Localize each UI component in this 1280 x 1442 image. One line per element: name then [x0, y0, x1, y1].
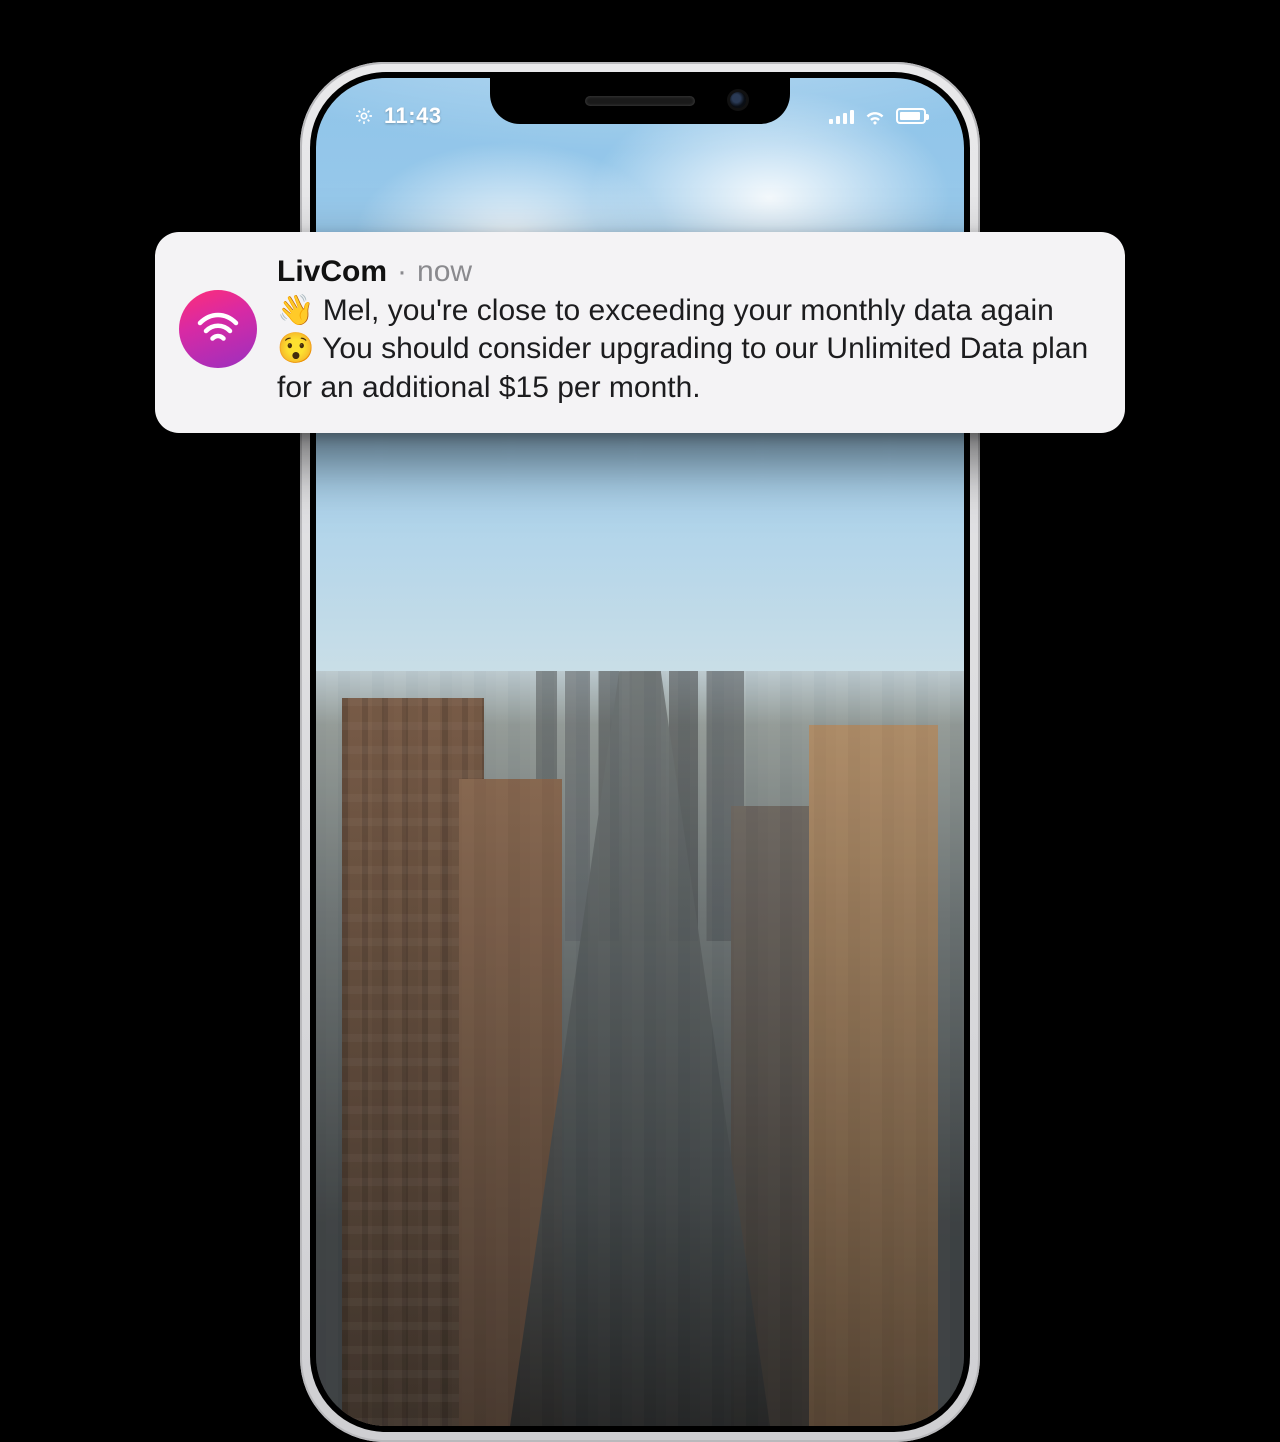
notification-header: LivCom · now — [277, 254, 1097, 290]
notification-body: 👋 Mel, you're close to exceeding your mo… — [277, 292, 1097, 407]
wifi-app-icon — [179, 290, 257, 368]
front-camera — [730, 92, 746, 108]
notification-content: LivCom · now 👋 Mel, you're close to exce… — [277, 254, 1097, 407]
wifi-icon — [864, 107, 886, 125]
wallpaper-city — [316, 671, 964, 1426]
notification-separator: · — [397, 254, 407, 290]
cellular-icon — [829, 108, 854, 124]
battery-icon — [896, 108, 926, 124]
notification-app-name: LivCom — [277, 254, 387, 290]
status-bar-right — [829, 107, 926, 125]
speaker-grill — [585, 96, 695, 106]
push-notification[interactable]: LivCom · now 👋 Mel, you're close to exce… — [155, 232, 1125, 433]
notification-timestamp: now — [417, 254, 472, 290]
phone-notch — [490, 78, 790, 124]
gear-icon — [354, 106, 374, 126]
status-bar-left: 11:43 — [354, 103, 442, 129]
status-time: 11:43 — [384, 103, 442, 129]
